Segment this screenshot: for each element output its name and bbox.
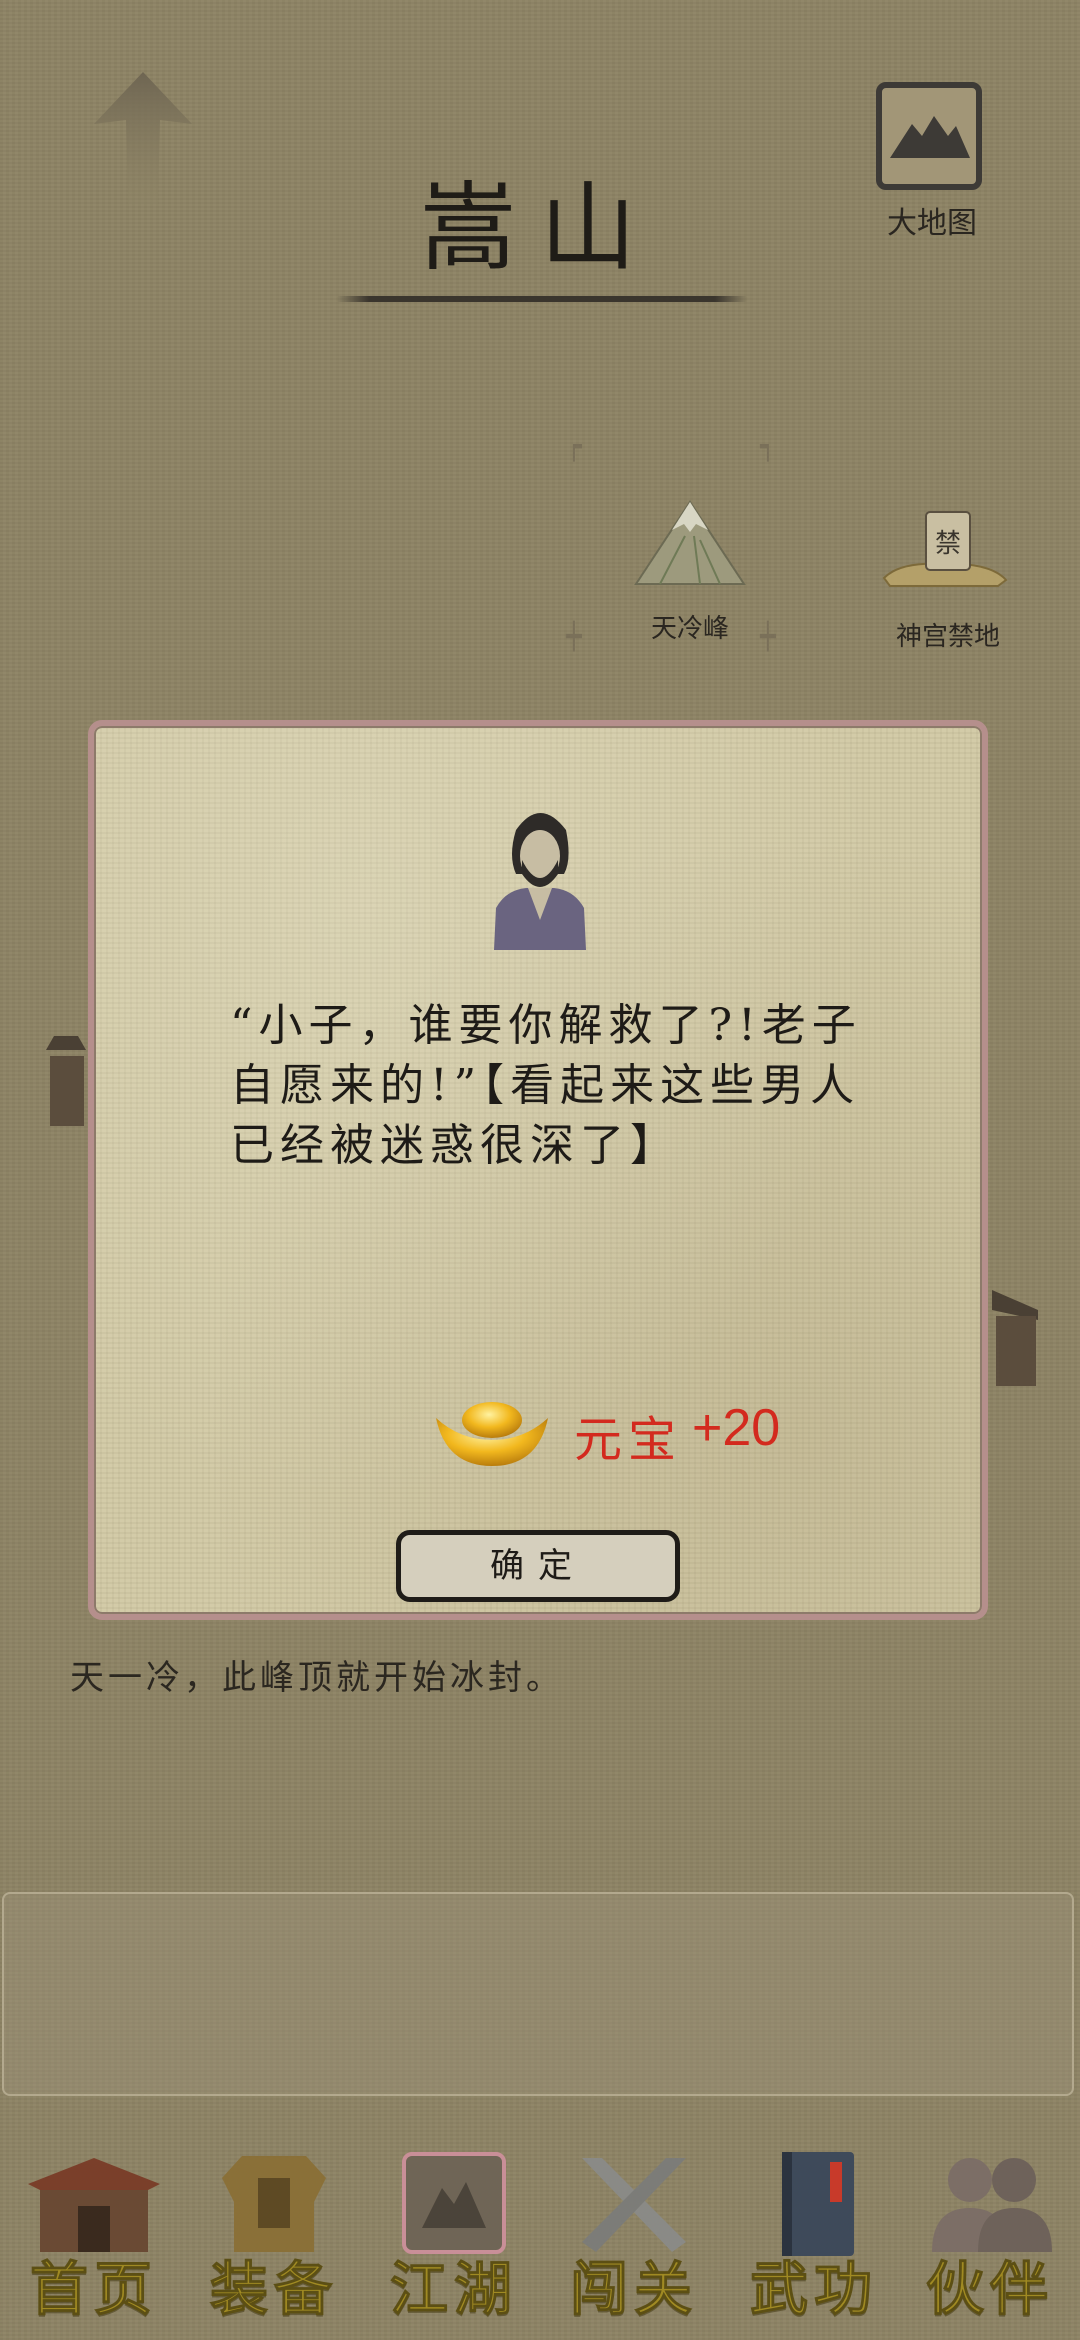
bottom-nav: 首页 装备 江湖 闯关 武功 伙伴 — [0, 2118, 1080, 2340]
nav-item-challenge[interactable]: 闯关 — [544, 2118, 724, 2340]
nav-item-companions[interactable]: 伙伴 — [900, 2118, 1080, 2340]
nav-item-jianghu[interactable]: 江湖 — [364, 2118, 544, 2340]
npc-portrait-icon — [494, 813, 586, 950]
reward-name: 元宝 — [574, 1412, 683, 1468]
dialog-text: “小子，谁要你解救了?!老子自愿来的!”【看起来这些男人已经被迷惑很深了】 — [230, 1000, 862, 1171]
reward-row: 元宝 +20 — [434, 1388, 834, 1468]
nav-item-martial-arts[interactable]: 武功 — [724, 2118, 904, 2340]
nav-item-home[interactable]: 首页 — [4, 2118, 184, 2340]
nav-item-equipment[interactable]: 装备 — [184, 2118, 364, 2340]
nav-label: 闯关 — [569, 2255, 698, 2324]
reward-dialog: “小子，谁要你解救了?!老子自愿来的!”【看起来这些男人已经被迷惑很深了】 元宝… — [88, 720, 988, 1620]
reward-amount: +20 — [692, 1399, 781, 1457]
nav-label: 江湖 — [389, 2255, 518, 2324]
nav-label: 首页 — [29, 2255, 158, 2324]
nav-label: 装备 — [209, 2255, 338, 2324]
confirm-button[interactable]: 确定 — [396, 1530, 680, 1602]
gold-ingot-icon — [436, 1402, 548, 1466]
nav-label: 武功 — [749, 2255, 878, 2324]
nav-label: 伙伴 — [925, 2255, 1054, 2324]
